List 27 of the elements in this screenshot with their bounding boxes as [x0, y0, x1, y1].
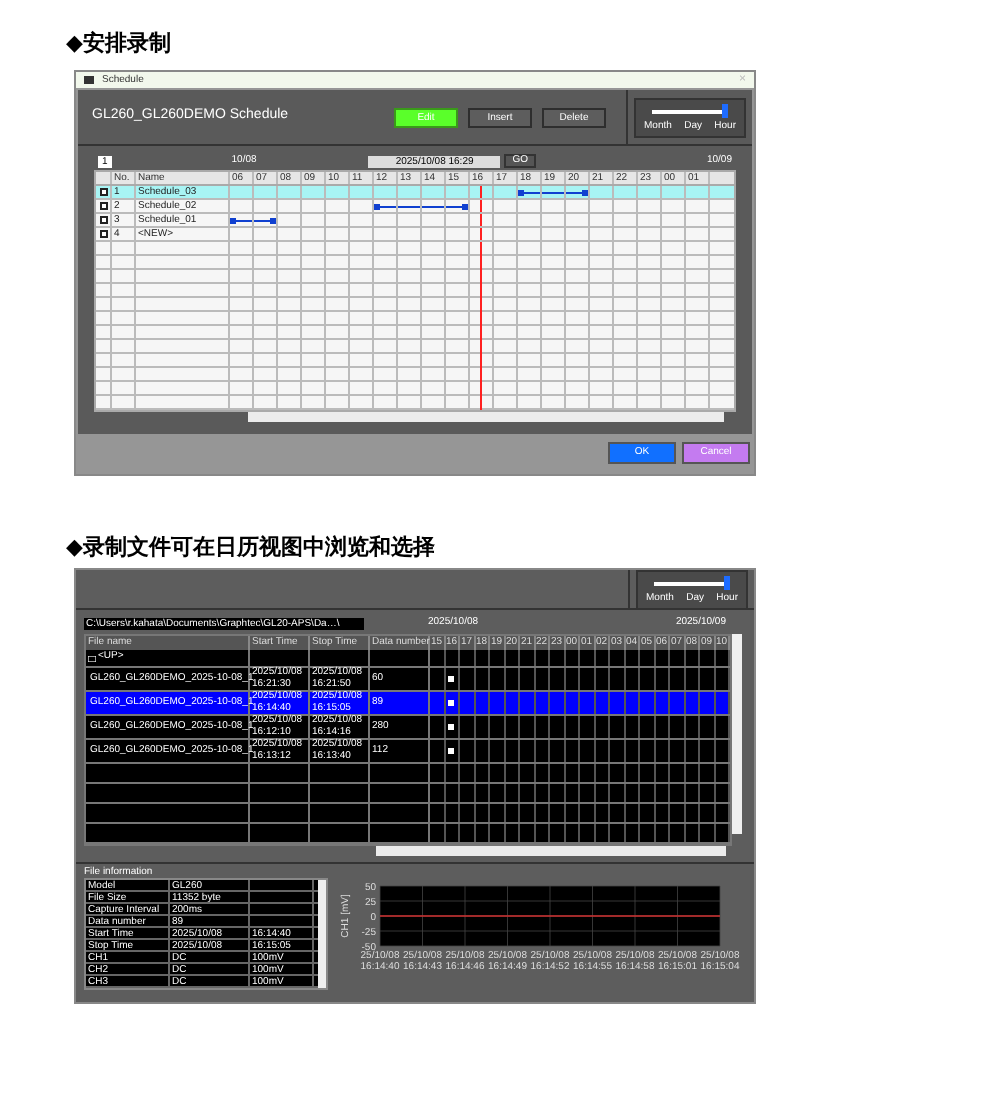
schedule-cell[interactable] — [446, 200, 470, 212]
row-checkbox[interactable] — [99, 188, 107, 196]
hour-cell[interactable] — [445, 716, 460, 738]
vertical-scrollbar[interactable] — [318, 880, 326, 988]
vertical-scrollbar[interactable] — [732, 634, 742, 834]
horizontal-scrollbar[interactable] — [376, 846, 726, 856]
schedule-cell[interactable] — [398, 200, 422, 212]
hour-cell[interactable] — [445, 740, 460, 762]
schedule-cell[interactable] — [254, 214, 278, 226]
slider-thumb[interactable] — [724, 575, 730, 589]
section-heading: ◆录制文件可在日历视图中浏览和选择 — [66, 532, 437, 564]
hour-cell[interactable] — [445, 692, 460, 714]
schedule-cell[interactable] — [566, 186, 590, 198]
row-checkbox[interactable] — [99, 230, 107, 238]
schedule-cell[interactable] — [422, 200, 446, 212]
row-checkbox[interactable] — [99, 216, 107, 224]
folder-icon — [88, 655, 96, 661]
horizontal-scrollbar[interactable] — [248, 412, 724, 422]
slider-thumb[interactable] — [722, 103, 728, 117]
schedule-cell[interactable] — [542, 186, 566, 198]
schedule-cell[interactable] — [518, 186, 542, 198]
hour-cell[interactable] — [445, 668, 460, 690]
schedule-cell[interactable] — [374, 200, 398, 212]
row-checkbox[interactable] — [99, 202, 107, 210]
section-heading: ◆安排录制 — [66, 28, 173, 60]
app-icon — [84, 76, 94, 84]
schedule-cell[interactable] — [230, 214, 254, 226]
